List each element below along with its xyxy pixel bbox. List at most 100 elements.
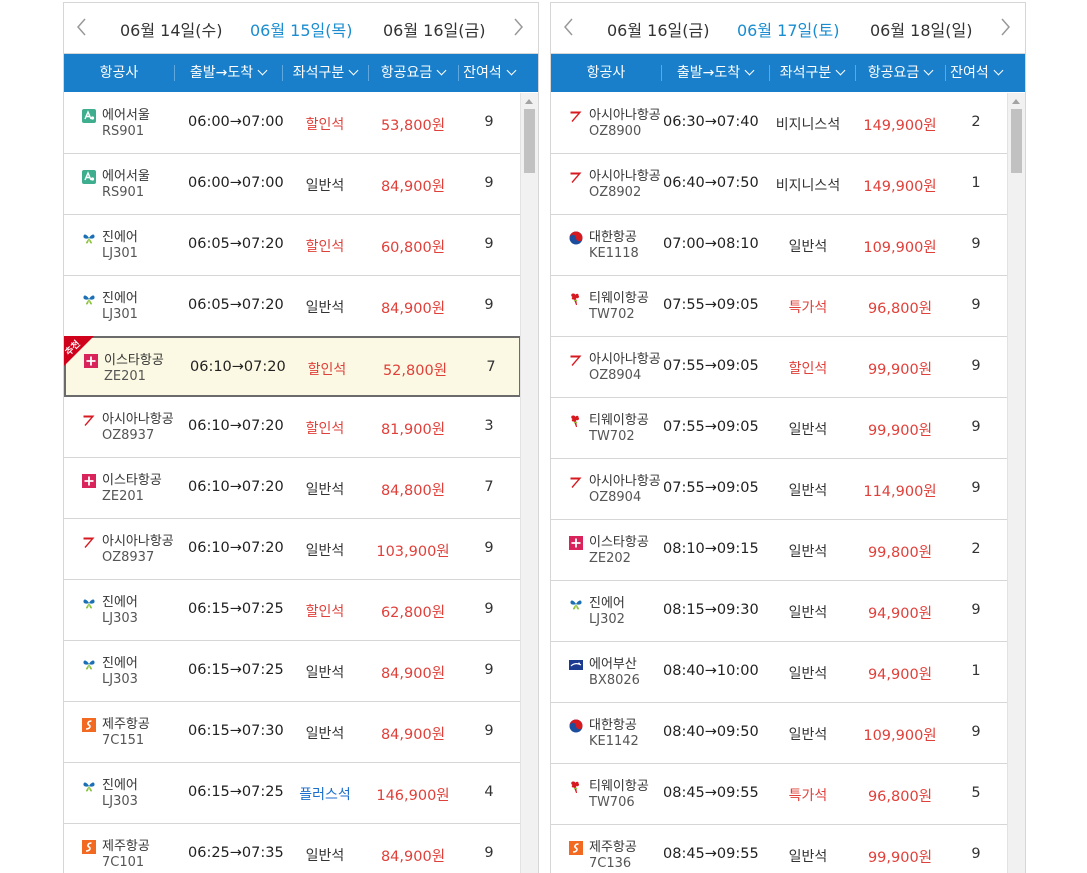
remaining-seats: 9 (484, 236, 494, 252)
airline-name: 이스타항공 (102, 473, 162, 488)
flight-row[interactable]: 에어서울 RS901 06:00→07:00 일반석 84,900원 9 (64, 154, 521, 215)
seat-class: 할인석 (305, 604, 345, 620)
departure-arrival-time: 07:55→09:05 (663, 358, 759, 374)
flight-row[interactable]: 제주항공 7C101 06:25→07:35 일반석 84,900원 9 (64, 824, 521, 873)
jin-air-logo-icon (82, 291, 96, 305)
seat-class: 할인석 (305, 239, 345, 255)
flight-row[interactable]: 대한항공 KE1118 07:00→08:10 일반석 109,900원 9 (551, 215, 1008, 276)
flight-row[interactable]: 아시아나항공 OZ8937 06:10→07:20 일반석 103,900원 9 (64, 519, 521, 580)
flight-row[interactable]: 진에어 LJ303 06:15→07:25 일반석 84,900원 9 (64, 641, 521, 702)
fare-price: 53,800원 (380, 118, 446, 134)
departure-arrival-time: 06:10→07:20 (188, 479, 284, 495)
flight-row[interactable]: 아시아나항공 OZ8902 06:40→07:50 비지니스석 149,900원 1 (551, 154, 1008, 215)
airline-name: 에어서울 (102, 108, 150, 123)
remaining-seats: 9 (971, 419, 981, 435)
departure-arrival-time: 06:15→07:25 (188, 784, 284, 800)
scroll-thumb[interactable] (524, 109, 535, 173)
seat-class: 일반석 (305, 300, 345, 316)
seat-class: 일반석 (305, 178, 345, 194)
date-tab-prev[interactable]: 06월 14일(수) (120, 17, 222, 41)
flight-row[interactable]: 에어서울 RS901 06:00→07:00 할인석 53,800원 9 (64, 93, 521, 154)
flight-row[interactable]: 티웨이항공 TW702 07:55→09:05 특가석 96,800원 9 (551, 276, 1008, 337)
sort-time-button[interactable]: 출발→도착 (174, 54, 282, 92)
sort-seat-button[interactable]: 좌석구분 (282, 54, 368, 92)
date-tab-next[interactable]: 06월 16일(금) (383, 17, 485, 41)
airline-name: 아시아나항공 (102, 534, 174, 549)
jeju-logo-icon (82, 839, 96, 854)
flight-number: OZ8904 (589, 490, 642, 505)
jin-air-logo-icon (82, 595, 96, 609)
airline-name: 이스타항공 (589, 535, 649, 550)
flight-row[interactable]: 진에어 LJ301 06:05→07:20 할인석 60,800원 9 (64, 215, 521, 276)
next-date-chevron-right-icon[interactable] (997, 16, 1013, 38)
date-tab-selected[interactable]: 06월 17일(토) (737, 17, 839, 41)
flight-number: ZE201 (104, 369, 146, 384)
flight-row[interactable]: 아시아나항공 OZ8937 06:10→07:20 할인석 81,900원 3 (64, 397, 521, 458)
seat-class: 일반석 (788, 483, 828, 499)
flight-row[interactable]: 에어부산 BX8026 08:40→10:00 일반석 94,900원 1 (551, 642, 1008, 703)
flight-row[interactable]: 진에어 LJ303 06:15→07:25 할인석 62,800원 9 (64, 580, 521, 641)
scrollbar[interactable] (1007, 93, 1025, 873)
date-tab-prev[interactable]: 06월 16일(금) (607, 17, 709, 41)
flight-row[interactable]: 티웨이항공 TW702 07:55→09:05 일반석 99,900원 9 (551, 398, 1008, 459)
date-tab-selected[interactable]: 06월 15일(목) (250, 17, 352, 41)
flight-row[interactable]: 진에어 LJ303 06:15→07:25 플러스석 146,900원 4 (64, 763, 521, 824)
seat-class: 비지니스석 (775, 178, 841, 194)
airline-name: 에어서울 (102, 169, 150, 184)
flight-row[interactable]: 이스타항공 ZE202 08:10→09:15 일반석 99,800원 2 (551, 520, 1008, 581)
scroll-up-arrow-icon[interactable] (1012, 99, 1020, 104)
scroll-up-arrow-icon[interactable] (525, 99, 533, 104)
next-date-chevron-right-icon[interactable] (510, 16, 526, 38)
seat-class: 일반석 (305, 665, 345, 681)
flight-row[interactable]: 제주항공 7C136 08:45→09:55 일반석 99,900원 9 (551, 825, 1008, 873)
fare-price: 84,900원 (380, 301, 446, 317)
remaining-seats: 2 (971, 114, 981, 130)
flight-number: OZ8904 (589, 368, 642, 383)
airline-name: 제주항공 (102, 717, 150, 732)
seat-class: 일반석 (305, 848, 345, 864)
recommended-flight-row[interactable]: 추천 이스타항공 ZE201 06:10→07:20 할인석 52,800원 7 (64, 336, 521, 397)
flight-row[interactable]: 이스타항공 ZE201 06:10→07:20 일반석 84,800원 7 (64, 458, 521, 519)
scrollbar[interactable] (520, 93, 538, 873)
departure-arrival-time: 06:00→07:00 (188, 114, 284, 130)
flight-row[interactable]: 아시아나항공 OZ8900 06:30→07:40 비지니스석 149,900원 2 (551, 93, 1008, 154)
flight-row[interactable]: 티웨이항공 TW706 08:45→09:55 특가석 96,800원 5 (551, 764, 1008, 825)
flight-row[interactable]: 아시아나항공 OZ8904 07:55→09:05 일반석 114,900원 9 (551, 459, 1008, 520)
airline-name: 티웨이항공 (589, 291, 649, 306)
sort-time-button[interactable]: 출발→도착 (661, 54, 769, 92)
seat-class: 할인석 (305, 421, 345, 437)
column-header-airline[interactable]: 항공사 (64, 54, 174, 92)
flight-list: 아시아나항공 OZ8900 06:30→07:40 비지니스석 149,900원 2 아시아… (551, 93, 1008, 873)
departure-arrival-time: 08:15→09:30 (663, 602, 759, 618)
sort-seat-button[interactable]: 좌석구분 (769, 54, 855, 92)
air-seoul-logo-icon (82, 169, 96, 184)
flight-row[interactable]: 아시아나항공 OZ8904 07:55→09:05 할인석 99,900원 9 (551, 337, 1008, 398)
jin-air-logo-icon (82, 230, 96, 244)
remaining-seats: 9 (484, 723, 494, 739)
fare-price: 84,900원 (380, 179, 446, 195)
date-navigation: 06월 16일(금) 06월 17일(토) 06월 18일(일) (551, 3, 1025, 54)
prev-date-chevron-left-icon[interactable] (561, 16, 577, 38)
flight-row[interactable]: 진에어 LJ301 06:05→07:20 일반석 84,900원 9 (64, 276, 521, 337)
departure-arrival-time: 08:10→09:15 (663, 541, 759, 557)
airline-name: 아시아나항공 (589, 169, 661, 184)
remaining-seats: 9 (971, 724, 981, 740)
column-header-time-label: 출발→도착 (676, 65, 741, 81)
table-header: 항공사 출발→도착 좌석구분 항공요금 잔여석 (64, 54, 538, 92)
seat-class: 할인석 (307, 362, 347, 378)
sort-remaining-button[interactable]: 잔여석 (945, 54, 1007, 92)
flight-row[interactable]: 대한항공 KE1142 08:40→09:50 일반석 109,900원 9 (551, 703, 1008, 764)
date-tab-next[interactable]: 06월 18일(일) (870, 17, 972, 41)
remaining-seats: 9 (484, 662, 494, 678)
flight-list: 에어서울 RS901 06:00→07:00 할인석 53,800원 9 에어서울 RS901… (64, 93, 521, 873)
flight-number: TW702 (589, 429, 635, 444)
seat-class: 일반석 (305, 726, 345, 742)
column-header-airline[interactable]: 항공사 (551, 54, 661, 92)
sort-fare-button[interactable]: 항공요금 (368, 54, 458, 92)
flight-row[interactable]: 제주항공 7C151 06:15→07:30 일반석 84,900원 9 (64, 702, 521, 763)
flight-row[interactable]: 진에어 LJ302 08:15→09:30 일반석 94,900원 9 (551, 581, 1008, 642)
scroll-thumb[interactable] (1011, 109, 1022, 173)
prev-date-chevron-left-icon[interactable] (74, 16, 90, 38)
sort-remaining-button[interactable]: 잔여석 (458, 54, 520, 92)
sort-fare-button[interactable]: 항공요금 (855, 54, 945, 92)
